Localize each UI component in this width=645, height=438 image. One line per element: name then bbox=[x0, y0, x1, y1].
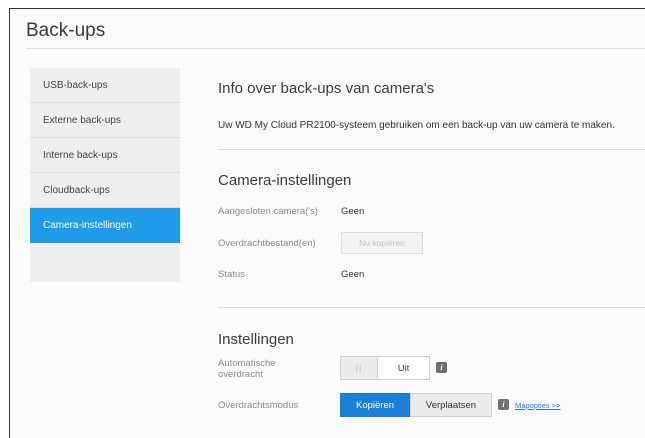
auto-transfer-label: Automatische overdracht bbox=[218, 358, 276, 380]
mode-move-button[interactable]: Verplaatsen bbox=[410, 393, 492, 417]
title-divider bbox=[26, 48, 645, 49]
toggle-state-label: Uit bbox=[397, 362, 410, 374]
section-divider bbox=[218, 149, 645, 150]
sidebar-item-external-backups[interactable]: Externe back-ups bbox=[30, 103, 180, 138]
info-icon[interactable]: i bbox=[436, 362, 447, 373]
transfer-mode-label: Overdrachtsmodus bbox=[218, 400, 299, 411]
sidebar-item-cloud-backups[interactable]: Cloudback-ups bbox=[30, 173, 180, 208]
toggle-knob[interactable]: || bbox=[341, 357, 378, 379]
mode-copy-button[interactable]: Kopiëren bbox=[340, 393, 410, 417]
sidebar-item-camera-settings[interactable]: Camera-instellingen bbox=[30, 208, 180, 243]
sidebar-item-usb-backups[interactable]: USB-back-ups bbox=[30, 68, 180, 103]
page-title: Back-ups bbox=[26, 20, 106, 41]
status-label: Status bbox=[218, 269, 245, 280]
folder-options-link[interactable]: Mapopties >> bbox=[515, 401, 560, 410]
info-section-title: Info over back-ups van camera's bbox=[218, 80, 435, 97]
info-icon[interactable]: i bbox=[498, 399, 509, 410]
copy-now-button[interactable]: Nu kopiëren bbox=[341, 232, 423, 254]
settings-section-title: Instellingen bbox=[218, 331, 294, 348]
status-value: Geen bbox=[341, 269, 365, 280]
transfer-files-label: Overdrachtbestand(en) bbox=[218, 238, 316, 249]
sidebar: USB-back-ups Externe back-ups Interne ba… bbox=[30, 68, 180, 282]
sidebar-item-internal-backups[interactable]: Interne back-ups bbox=[30, 138, 180, 173]
connected-cameras-label: Aangesloten camera('s) bbox=[218, 206, 319, 217]
connected-cameras-value: Geen bbox=[341, 206, 365, 217]
auto-transfer-label-line2: overdracht bbox=[218, 369, 263, 380]
auto-transfer-toggle[interactable]: || Uit bbox=[340, 356, 430, 380]
info-description: Uw WD My Cloud PR2100-systeem gebruiken … bbox=[218, 120, 615, 131]
section-divider bbox=[218, 307, 645, 308]
camera-section-title: Camera-instellingen bbox=[218, 172, 352, 189]
auto-transfer-label-line1: Automatische bbox=[218, 358, 276, 369]
